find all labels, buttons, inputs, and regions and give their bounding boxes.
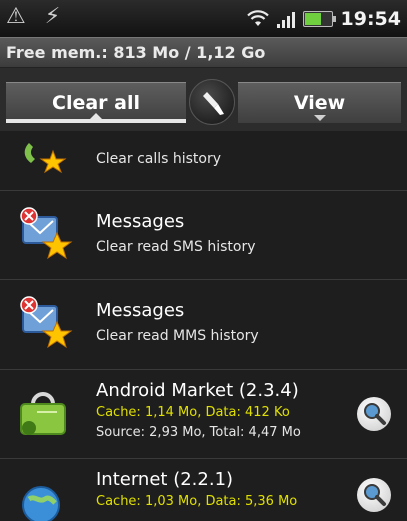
clock: 19:54: [340, 8, 401, 30]
cache-info: Cache: 1,14 Mo, Data: 412 Ko: [96, 405, 290, 420]
list-item-title: Messages: [96, 211, 185, 232]
size-info: Source: 2,93 Mo, Total: 4,47 Mo: [96, 425, 301, 440]
tab-view[interactable]: View: [238, 82, 401, 123]
free-memory-bar: Free mem.: 813 Mo / 1,12 Go: [0, 37, 407, 68]
details-button[interactable]: [357, 478, 391, 512]
list-item-subtitle: Clear read SMS history: [96, 239, 256, 255]
list-item-android-market[interactable]: Android Market (2.3.4) Cache: 1,14 Mo, D…: [0, 370, 407, 459]
list-item-calls[interactable]: Clear calls history: [0, 131, 407, 191]
messages-icon: [20, 296, 73, 349]
broom-icon: [203, 92, 224, 115]
broom-button[interactable]: [189, 79, 235, 125]
dropdown-arrow-icon: [313, 115, 326, 121]
tab-view-label: View: [293, 92, 346, 114]
messages-icon: [20, 207, 73, 260]
globe-icon: [22, 486, 60, 521]
phone-star-icon: [24, 143, 67, 173]
battery-icon: [302, 11, 336, 27]
magnifier-icon: [364, 403, 386, 425]
tab-clear-all[interactable]: Clear all: [6, 82, 186, 123]
list-item-subtitle: Clear read MMS history: [96, 328, 259, 344]
details-button[interactable]: [357, 397, 391, 431]
status-bar: ⚠ ⚡ 19:54: [0, 0, 407, 37]
status-indicators: 19:54: [246, 8, 401, 30]
tab-selected-indicator: [6, 119, 186, 123]
notification-icons: ⚠ ⚡: [6, 4, 67, 29]
free-memory-label: Free mem.: 813 Mo / 1,12 Go: [6, 43, 266, 62]
signal-icon: [276, 10, 295, 28]
tab-caret-icon: [90, 113, 102, 119]
list-item-mms[interactable]: Messages Clear read MMS history: [0, 280, 407, 370]
list-item-sms[interactable]: Messages Clear read SMS history: [0, 191, 407, 280]
android-market-icon: [20, 392, 66, 435]
list-item-title: Android Market (2.3.4): [96, 380, 299, 401]
list-item-subtitle: Clear calls history: [96, 151, 222, 167]
list-item-title: Internet (2.2.1): [96, 469, 234, 490]
list-item-internet[interactable]: Internet (2.2.1) Cache: 1,03 Mo, Data: 5…: [0, 459, 407, 521]
magnifier-icon: [364, 484, 386, 506]
wifi-icon: [246, 10, 269, 26]
tab-clear-all-label: Clear all: [52, 92, 140, 114]
cache-info: Cache: 1,03 Mo, Data: 5,36 Mo: [96, 494, 298, 509]
list-item-title: Messages: [96, 300, 185, 321]
